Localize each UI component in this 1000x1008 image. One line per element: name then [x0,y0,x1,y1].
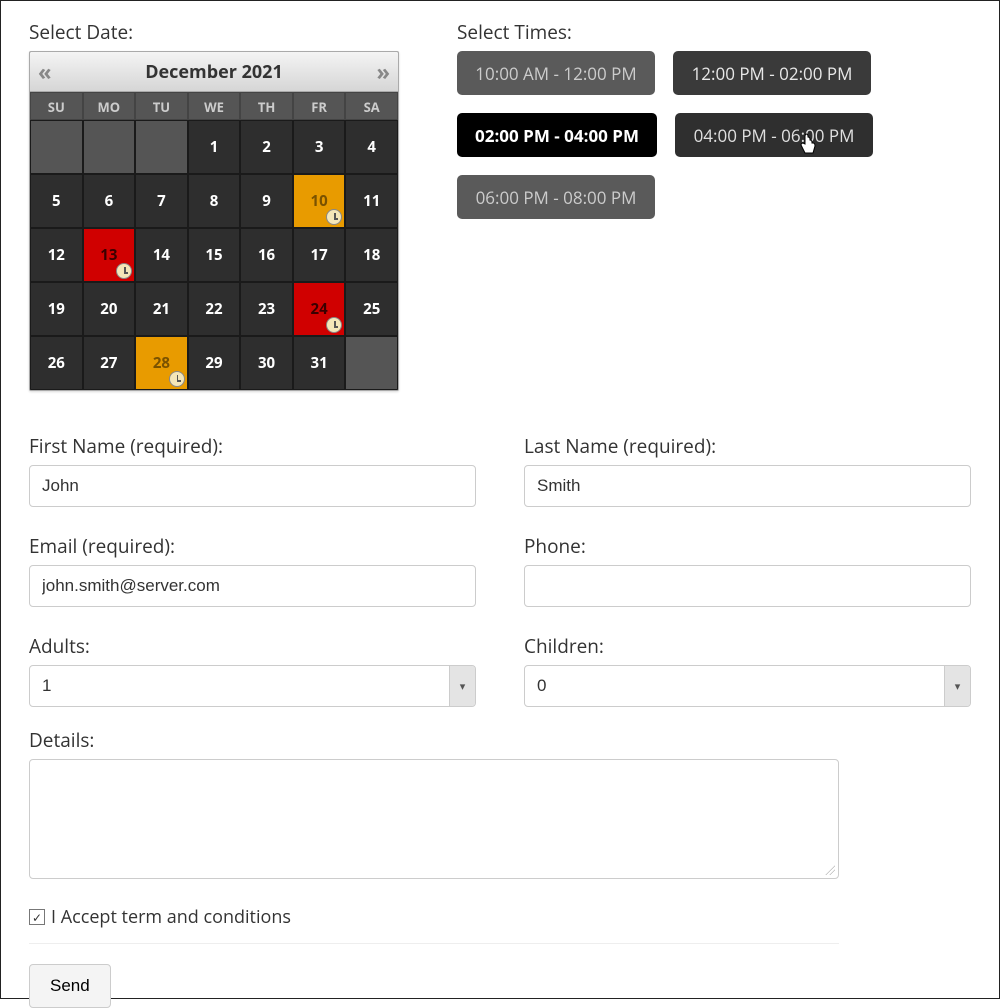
calendar-day-17[interactable]: 17 [293,228,346,282]
calendar-day-26[interactable]: 26 [30,336,83,390]
calendar-day-21[interactable]: 21 [135,282,188,336]
calendar-dow-th: TH [240,92,293,120]
phone-label: Phone: [524,533,971,559]
calendar-day-14[interactable]: 14 [135,228,188,282]
calendar-day-5[interactable]: 5 [30,174,83,228]
details-label: Details: [29,727,971,753]
calendar: « December 2021 » SUMOTUWETHFRSA12345678… [29,51,399,391]
calendar-day-30[interactable]: 30 [240,336,293,390]
time-slot-0[interactable]: 10:00 AM - 12:00 PM [457,51,655,95]
time-slot-1[interactable]: 12:00 PM - 02:00 PM [673,51,871,95]
calendar-dow-mo: MO [83,92,136,120]
children-select[interactable] [524,665,971,707]
calendar-day-1[interactable]: 1 [188,120,241,174]
calendar-title: December 2021 [145,60,283,84]
calendar-day-25[interactable]: 25 [345,282,398,336]
calendar-dow-we: WE [188,92,241,120]
calendar-dow-tu: TU [135,92,188,120]
terms-checkbox[interactable]: ✓ [29,909,45,925]
calendar-day-19[interactable]: 19 [30,282,83,336]
calendar-day-28[interactable]: 28 [135,336,188,390]
calendar-day-22[interactable]: 22 [188,282,241,336]
clock-icon [326,317,342,333]
chevron-down-icon[interactable]: ▾ [449,666,475,706]
calendar-day-23[interactable]: 23 [240,282,293,336]
calendar-day-8[interactable]: 8 [188,174,241,228]
calendar-empty-cell [30,120,83,174]
phone-input[interactable] [524,565,971,607]
last-name-input[interactable] [524,465,971,507]
calendar-next-icon[interactable]: » [376,57,390,87]
calendar-empty-cell [83,120,136,174]
select-date-label: Select Date: [29,19,429,45]
calendar-day-24[interactable]: 24 [293,282,346,336]
calendar-day-4[interactable]: 4 [345,120,398,174]
email-label: Email (required): [29,533,476,559]
calendar-day-9[interactable]: 9 [240,174,293,228]
calendar-day-31[interactable]: 31 [293,336,346,390]
details-textarea[interactable] [29,759,839,879]
chevron-down-icon[interactable]: ▾ [944,666,970,706]
email-input[interactable] [29,565,476,607]
calendar-day-29[interactable]: 29 [188,336,241,390]
children-label: Children: [524,633,971,659]
terms-label: I Accept term and conditions [51,905,291,929]
calendar-day-6[interactable]: 6 [83,174,136,228]
calendar-dow-fr: FR [293,92,346,120]
calendar-day-12[interactable]: 12 [30,228,83,282]
first-name-input[interactable] [29,465,476,507]
adults-label: Adults: [29,633,476,659]
clock-icon [326,209,342,225]
calendar-day-18[interactable]: 18 [345,228,398,282]
calendar-day-10[interactable]: 10 [293,174,346,228]
last-name-label: Last Name (required): [524,433,971,459]
calendar-dow-su: SU [30,92,83,120]
calendar-dow-sa: SA [345,92,398,120]
calendar-day-13[interactable]: 13 [83,228,136,282]
calendar-day-3[interactable]: 3 [293,120,346,174]
calendar-day-27[interactable]: 27 [83,336,136,390]
calendar-day-20[interactable]: 20 [83,282,136,336]
calendar-day-11[interactable]: 11 [345,174,398,228]
time-slot-3[interactable]: 04:00 PM - 06:00 PM [675,113,873,157]
select-times-label: Select Times: [457,19,971,45]
time-slot-2[interactable]: 02:00 PM - 04:00 PM [457,113,657,157]
calendar-day-15[interactable]: 15 [188,228,241,282]
calendar-day-16[interactable]: 16 [240,228,293,282]
calendar-empty-cell [345,336,398,390]
send-button[interactable]: Send [29,964,111,1008]
time-slot-4[interactable]: 06:00 PM - 08:00 PM [457,175,655,219]
first-name-label: First Name (required): [29,433,476,459]
calendar-empty-cell [135,120,188,174]
clock-icon [169,371,185,387]
calendar-prev-icon[interactable]: « [38,57,52,87]
calendar-day-7[interactable]: 7 [135,174,188,228]
calendar-day-2[interactable]: 2 [240,120,293,174]
adults-select[interactable] [29,665,476,707]
clock-icon [116,263,132,279]
